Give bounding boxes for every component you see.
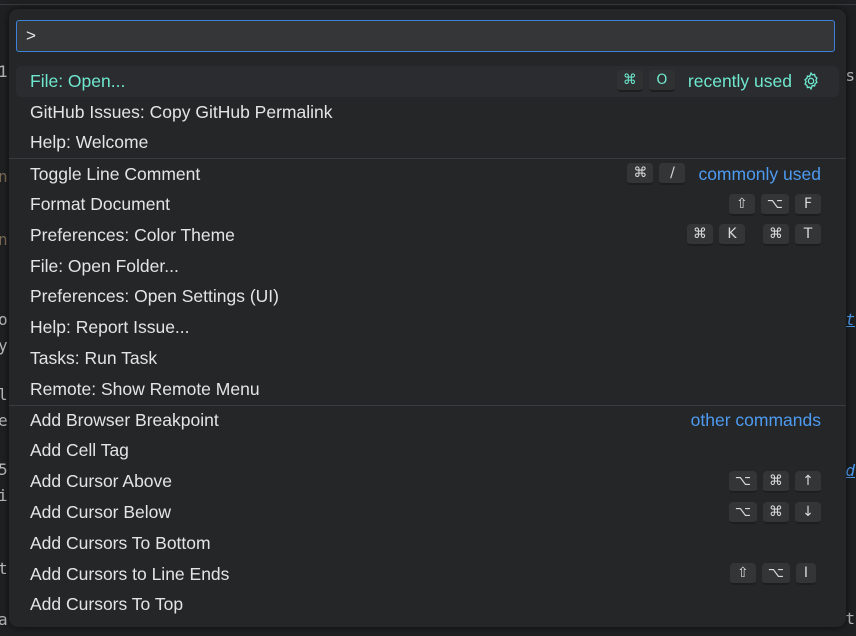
command-label: Add Cursor Below	[30, 502, 172, 523]
command-input-container	[16, 20, 835, 52]
keybinding: ⌘ K ⌘ T	[687, 224, 821, 247]
command-label: Add Cursor Above	[30, 471, 173, 492]
keybinding: ⌘ O	[616, 70, 675, 93]
command-item[interactable]: Remote: Show Remote Menu	[9, 374, 846, 405]
keybinding: ⌥ ⌘ ↓	[728, 501, 821, 524]
command-item[interactable]: Toggle Line Comment ⌘ / commonly used	[9, 158, 846, 189]
key-i: I	[796, 563, 816, 586]
command-label: Preferences: Open Settings (UI)	[30, 286, 279, 307]
key-cmd: ⌘	[687, 224, 713, 247]
command-label: File: Open Folder...	[30, 255, 179, 276]
key-shift: ⇧	[729, 563, 756, 586]
command-item[interactable]: Preferences: Open Settings (UI)	[9, 282, 846, 313]
editor-text-fragment: l	[0, 385, 8, 404]
key-slash: /	[659, 163, 686, 186]
key-option: ⌥	[761, 563, 790, 586]
group-label-other-commands: other commands	[690, 410, 821, 431]
command-label: Add Cursors To Top	[30, 594, 184, 615]
editor-text-fragment: e	[0, 411, 8, 430]
editor-text-fragment: n	[0, 167, 8, 186]
key-f: F	[795, 193, 821, 216]
command-item[interactable]: Help: Welcome	[9, 128, 846, 159]
command-item[interactable]: Add Cursors To Top	[9, 590, 846, 621]
editor-text-fragment: y	[0, 336, 8, 355]
command-label: Add Cursors to Line Ends	[30, 563, 230, 584]
key-cmd: ⌘	[763, 470, 789, 493]
editor-text-fragment: 5	[0, 460, 8, 479]
editor-text-fragment: t	[845, 609, 855, 628]
key-t: T	[795, 224, 821, 247]
gear-icon[interactable]	[801, 71, 821, 91]
command-item[interactable]: Preferences: Color Theme ⌘ K ⌘ T	[9, 220, 846, 251]
command-item[interactable]: Add Cursor Below ⌥ ⌘ ↓	[9, 497, 846, 528]
key-arrow-up: ↑	[795, 470, 821, 493]
key-o: O	[648, 70, 675, 93]
key-option: ⌥	[728, 470, 757, 493]
group-label-commonly-used: commonly used	[698, 163, 821, 184]
key-arrow-down: ↓	[795, 501, 821, 524]
key-option: ⌥	[760, 193, 789, 216]
editor-link-fragment[interactable]: t	[845, 310, 855, 329]
command-item[interactable]: Add Cursor Above ⌥ ⌘ ↑	[9, 466, 846, 497]
keybinding: ⌥ ⌘ ↑	[728, 470, 821, 493]
command-input[interactable]	[17, 21, 834, 51]
key-cmd: ⌘	[763, 224, 789, 247]
key-option: ⌥	[728, 501, 757, 524]
editor-text-fragment: t	[0, 559, 8, 578]
key-cmd: ⌘	[763, 501, 789, 524]
command-item[interactable]: Add Cursors to Line Ends ⇧ ⌥ I	[9, 559, 846, 590]
command-label: Remote: Show Remote Menu	[30, 378, 260, 399]
command-label: GitHub Issues: Copy GitHub Permalink	[30, 101, 333, 122]
command-item[interactable]: Add Cursors To Bottom	[9, 528, 846, 559]
command-label: Toggle Line Comment	[30, 163, 201, 184]
key-cmd: ⌘	[616, 70, 643, 93]
command-label: Add Cursors To Bottom	[30, 532, 211, 553]
editor-text-fragment: s	[845, 66, 855, 85]
keybinding: ⇧ ⌥ F	[728, 193, 821, 216]
command-label: Tasks: Run Task	[30, 348, 158, 369]
command-item[interactable]: Help: Report Issue...	[9, 312, 846, 343]
editor-text-fragment: n	[0, 230, 8, 249]
editor-link-fragment[interactable]: d	[845, 461, 855, 480]
command-label: Help: Report Issue...	[30, 317, 190, 338]
editor-text-fragment: a	[0, 610, 8, 629]
command-item[interactable]: Format Document ⇧ ⌥ F	[9, 189, 846, 220]
group-label-recently-used: recently used	[687, 70, 792, 91]
command-label: File: Open...	[30, 70, 126, 91]
command-label: Format Document	[30, 194, 171, 215]
command-label: Preferences: Color Theme	[30, 224, 235, 245]
command-label: Help: Welcome	[30, 132, 149, 153]
command-item[interactable]: Add Browser Breakpoint other commands	[9, 404, 846, 436]
command-label: Add Browser Breakpoint	[30, 410, 219, 431]
command-item[interactable]: GitHub Issues: Copy GitHub Permalink	[9, 97, 846, 128]
command-item[interactable]: Tasks: Run Task	[9, 343, 846, 374]
command-item[interactable]: File: Open Folder...	[9, 251, 846, 282]
command-item-file-open[interactable]: File: Open... ⌘ O recently used	[16, 66, 839, 97]
command-label: Add Cell Tag	[30, 440, 129, 461]
keybinding: ⌘ /	[627, 163, 686, 186]
keybinding: ⇧ ⌥ I	[729, 563, 816, 586]
command-palette: File: Open... ⌘ O recently used GitHub I…	[9, 9, 846, 627]
command-item[interactable]: Add Cell Tag	[9, 436, 846, 467]
editor-text-fragment: 1	[0, 62, 8, 81]
editor-text-fragment: o	[0, 310, 8, 329]
key-shift: ⇧	[728, 193, 755, 216]
command-list: File: Open... ⌘ O recently used GitHub I…	[9, 66, 846, 620]
editor-text-fragment: i	[0, 486, 8, 505]
key-cmd: ⌘	[627, 163, 654, 186]
key-k: K	[719, 224, 745, 247]
